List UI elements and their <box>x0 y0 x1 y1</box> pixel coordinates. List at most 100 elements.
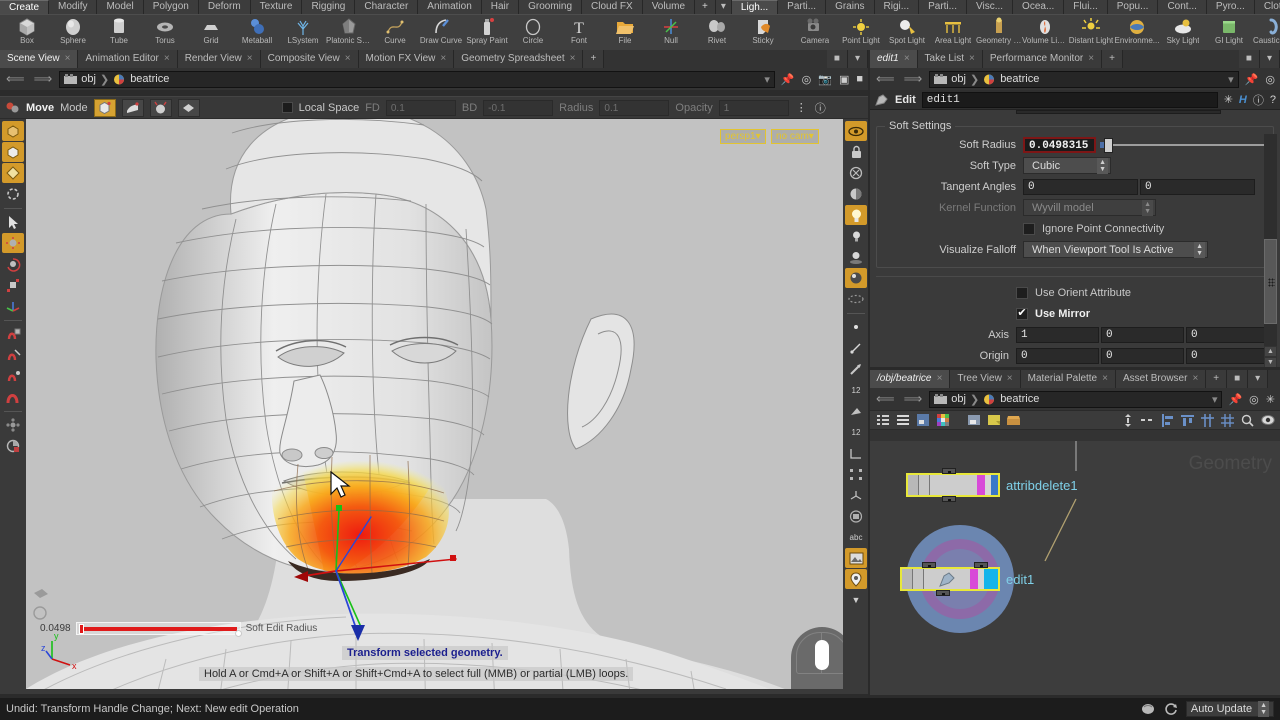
prim-number-icon[interactable]: 12 <box>845 422 867 442</box>
shelf-tool-circle[interactable]: Circle <box>510 15 556 45</box>
shelf-tool-torus[interactable]: Torus <box>142 15 188 45</box>
node-body[interactable] <box>900 567 1000 591</box>
shelf-tab-grooming[interactable]: Grooming <box>519 0 582 14</box>
shelf-tab-populate[interactable]: Popu... <box>1107 0 1159 14</box>
ignore-point-connectivity-checkbox[interactable] <box>1023 222 1035 235</box>
parameter-tab-bar[interactable]: edit1 × Take List × Performance Monitor … <box>870 50 1280 68</box>
shelf-tool-area-light[interactable]: Area Light <box>930 15 976 45</box>
shelf-tool-draw-curve[interactable]: Draw Curve <box>418 15 464 45</box>
bookmark-icon[interactable] <box>845 569 867 589</box>
shelf-tool-metaball[interactable]: Metaball <box>234 15 280 45</box>
shelf-tab-oceans[interactable]: Ocea... <box>1013 0 1065 14</box>
display-flag-icon[interactable] <box>1259 413 1276 428</box>
axis-y-input[interactable]: 0 <box>1101 326 1184 343</box>
nav-back-icon[interactable]: ⟸ <box>874 391 897 407</box>
pin-icon[interactable]: 📌 <box>1244 73 1260 86</box>
tab-take-list[interactable]: Take List × <box>917 50 983 68</box>
close-icon[interactable]: × <box>247 50 253 68</box>
network-tab-bar[interactable]: /obj/beatrice × Tree View × Material Pal… <box>870 370 1280 388</box>
sliders-icon[interactable]: ⋮ <box>795 101 808 114</box>
shelf-tool-geometry-light[interactable]: Geometry L... <box>976 15 1022 45</box>
opacity-input[interactable]: 1 <box>718 99 789 116</box>
network-maximize-icon[interactable]: ■ <box>1227 370 1249 388</box>
shelf-tool-grid[interactable]: Grid <box>188 15 234 45</box>
close-icon[interactable]: × <box>969 50 975 68</box>
pane-splitter-horizontal[interactable] <box>870 367 1280 370</box>
shelf-tool-sphere[interactable]: Sphere <box>50 15 96 45</box>
tab-performance-monitor[interactable]: Performance Monitor × <box>982 50 1103 68</box>
select-loop-icon[interactable] <box>2 184 24 204</box>
shelf-tool-sky-light[interactable]: Sky Light <box>1160 15 1206 45</box>
shelf-tab-modify[interactable]: Modify <box>49 0 98 14</box>
scene-viewport[interactable]: persp1▾ no cam▾ y x z Transform selected… <box>26 119 843 689</box>
maximize-pane-icon[interactable]: ■ <box>826 50 848 68</box>
shelf-tool-lsystem[interactable]: LSystem <box>280 15 326 45</box>
close-icon[interactable]: × <box>1007 370 1013 388</box>
headlight-icon[interactable] <box>845 226 867 246</box>
node-input-connector[interactable] <box>942 468 956 474</box>
close-icon[interactable]: × <box>1102 370 1108 388</box>
shelf-tool-box[interactable]: Box <box>4 15 50 45</box>
tab-scene-view[interactable]: Scene View × <box>0 50 79 68</box>
shelf-tabs-overflow-icon[interactable]: ▾ <box>715 0 732 14</box>
soft-type-dropdown[interactable]: Cubic ▲ ▼ <box>1023 157 1111 174</box>
shelf-tab-deform[interactable]: Deform <box>198 0 251 14</box>
path-field[interactable]: obj ❯ beatrice ▾ <box>929 70 1239 88</box>
character-head-model[interactable] <box>26 119 843 689</box>
visualize-falloff-dropdown[interactable]: When Viewport Tool Is Active ▲ ▼ <box>1023 241 1208 258</box>
soft-radius-input[interactable]: 0.0498315 <box>1023 136 1096 153</box>
align-left-icon[interactable] <box>1159 413 1176 428</box>
parameter-stepper[interactable]: ▲ ▼ <box>1264 346 1277 368</box>
tab-obj-beatrice[interactable]: /obj/beatrice × <box>870 370 951 388</box>
shelf-tab-create[interactable]: Create <box>0 0 50 14</box>
path-root[interactable]: obj <box>951 393 966 405</box>
align-top-icon[interactable] <box>1179 413 1196 428</box>
shelf-tool-platonic-solid[interactable]: Platonic Sol... <box>326 15 372 45</box>
add-tab-button[interactable]: + <box>583 50 605 68</box>
nav-back-icon[interactable]: ⟸ <box>4 71 27 87</box>
tab-composite-view[interactable]: Composite View × <box>260 50 359 68</box>
shelf-tool-file[interactable]: File <box>602 15 648 45</box>
shelf-tool-tube[interactable]: Tube <box>96 15 142 45</box>
search-icon[interactable] <box>1239 413 1256 428</box>
axis-x-input[interactable]: 1 <box>1016 326 1099 343</box>
shelf-tab-particlefluids[interactable]: Parti... <box>919 0 967 14</box>
bypass-flag[interactable] <box>977 475 985 495</box>
point-display-icon[interactable] <box>845 317 867 337</box>
shelf-tab-volume[interactable]: Volume <box>642 0 696 14</box>
path-node[interactable]: beatrice <box>130 73 169 85</box>
use-orient-attribute-checkbox[interactable] <box>1016 286 1028 299</box>
shelf-tab-animation[interactable]: Animation <box>418 0 482 14</box>
shelf-tab-rigging[interactable]: Rigging <box>302 0 356 14</box>
path-field[interactable]: obj ❯ beatrice ▾ <box>59 70 775 88</box>
shelf-tool-gi-light[interactable]: GI Light <box>1206 15 1252 45</box>
view-pivot-icon[interactable] <box>2 436 24 456</box>
shelf-tab-fluids[interactable]: Flui... <box>1064 0 1108 14</box>
shelf-tool-rivet[interactable]: Rivet <box>694 15 740 45</box>
network-menu-icon[interactable]: ▾ <box>1248 370 1269 388</box>
bypass-flag[interactable] <box>970 569 978 589</box>
mode-button-sculpt[interactable] <box>149 98 172 117</box>
parameter-maximize-icon[interactable]: ■ <box>1238 50 1260 68</box>
soft-radius-handle[interactable] <box>78 624 84 634</box>
axis-z-input[interactable]: 0 <box>1186 326 1269 343</box>
tab-motion-fx-view[interactable]: Motion FX View × <box>358 50 455 68</box>
shelf-tool-camera[interactable]: Camera <box>792 15 838 45</box>
viewport-nocam-label[interactable]: no cam▾ <box>771 129 819 144</box>
nav-back-icon[interactable]: ⟸ <box>874 71 897 87</box>
display-flag[interactable] <box>984 569 998 589</box>
shelf-tab-rigids[interactable]: Rigi... <box>874 0 920 14</box>
mode-button-soft[interactable] <box>177 98 200 117</box>
tangent-angle-1-input[interactable]: 0 <box>1023 178 1138 195</box>
snap-multi-icon[interactable] <box>2 387 24 407</box>
target-icon[interactable]: ◎ <box>1264 73 1276 86</box>
bbox-icon[interactable] <box>845 464 867 484</box>
path-dropdown-icon[interactable]: ▾ <box>1228 73 1234 86</box>
prim-display-icon[interactable] <box>845 401 867 421</box>
shelf-tab-hair[interactable]: Hair <box>481 0 520 14</box>
shelf-tool-environment-light[interactable]: Environme... <box>1114 15 1160 45</box>
close-icon[interactable]: × <box>65 50 71 68</box>
align-vertical-icon[interactable] <box>1119 413 1136 428</box>
color-palette-icon[interactable] <box>934 413 951 428</box>
arrow-select-icon[interactable] <box>2 212 24 232</box>
